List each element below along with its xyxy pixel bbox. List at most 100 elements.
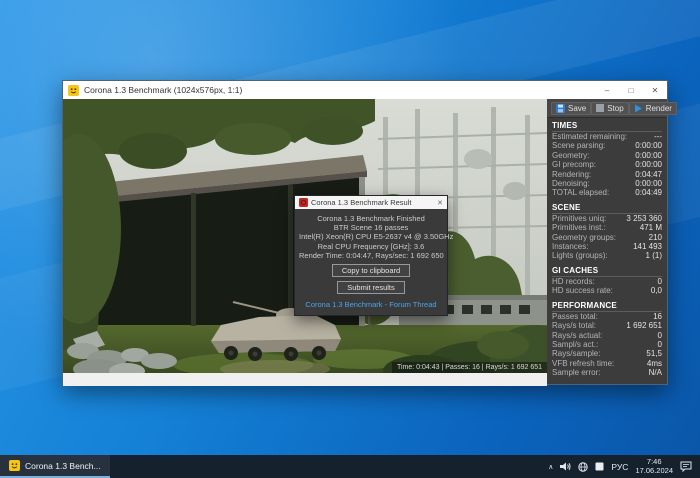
stat-row: TOTAL elapsed: 0:04:49 bbox=[552, 188, 662, 197]
result-line: BTR Scene 16 passes bbox=[333, 223, 409, 233]
stat-row: Lights (groups): 1 (1) bbox=[552, 251, 662, 260]
section-scene: SCENE bbox=[552, 203, 662, 214]
stat-label: Geometry groups: bbox=[552, 232, 617, 242]
desktop: Corona 1.3 Benchmark (1024x576px, 1:1) –… bbox=[0, 0, 700, 478]
taskbar-app-label: Corona 1.3 Bench... bbox=[25, 460, 101, 471]
stat-label: Rendering: bbox=[552, 169, 592, 179]
stat-value: 0:00:00 bbox=[635, 141, 662, 151]
stat-label: HD success rate: bbox=[552, 286, 613, 296]
clock-date: 17.06.2024 bbox=[635, 465, 673, 475]
stat-label: Denoising: bbox=[552, 179, 590, 189]
stat-label: Sampl/s act.: bbox=[552, 339, 599, 349]
stat-row: Rendering: 0:04:47 bbox=[552, 170, 662, 179]
stat-value: 0:04:47 bbox=[635, 169, 662, 179]
result-line: Corona 1.3 Benchmark Finished bbox=[317, 214, 425, 223]
stat-label: TOTAL elapsed: bbox=[552, 188, 610, 198]
taskbar-app-corona[interactable]: Corona 1.3 Bench... bbox=[0, 455, 110, 478]
taskbar: Corona 1.3 Bench... ∧ РУС 7:46 17.06.202… bbox=[0, 455, 700, 478]
stat-row: Instances: 141 493 bbox=[552, 242, 662, 251]
stat-value: 141 493 bbox=[633, 242, 662, 252]
stat-row: Sampl/s act.: 0 bbox=[552, 340, 662, 349]
section-gi-caches: GI CACHES bbox=[552, 266, 662, 277]
stat-value: 0,0 bbox=[650, 286, 662, 296]
stat-value: 0:00:00 bbox=[635, 160, 662, 170]
stat-value: 1 (1) bbox=[645, 251, 662, 261]
render-play-icon bbox=[634, 104, 642, 112]
volume-icon[interactable] bbox=[560, 462, 571, 471]
stat-value: 210 bbox=[648, 232, 662, 242]
stat-row: Geometry: 0:00:00 bbox=[552, 151, 662, 160]
system-tray: ∧ РУС 7:46 17.06.2024 bbox=[548, 455, 700, 478]
panel-toolbar: Save Stop Render bbox=[547, 99, 677, 118]
result-line: Intel(R) Xeon(R) CPU E5-2637 v4 @ 3.50GH… bbox=[299, 232, 454, 242]
stat-value: N/A bbox=[648, 368, 662, 378]
stat-value: 0 bbox=[657, 330, 662, 340]
stat-row: Rays/s total: 1 692 651 bbox=[552, 321, 662, 330]
stat-label: Estimated remaining: bbox=[552, 132, 628, 141]
result-line: Real CPU Frequency [GHz]: 3.6 bbox=[317, 241, 425, 251]
stat-row: HD records: 0 bbox=[552, 277, 662, 286]
stop-label: Stop bbox=[607, 103, 624, 113]
stat-row: Rays/sample: 51,5 bbox=[552, 349, 662, 358]
tray-app-icon[interactable] bbox=[595, 462, 604, 471]
render-button[interactable]: Render bbox=[628, 101, 677, 115]
corona-app-icon bbox=[68, 84, 79, 96]
minimize-button[interactable]: – bbox=[595, 81, 619, 99]
window-controls: – □ ✕ bbox=[595, 81, 667, 99]
submit-results-button[interactable]: Submit results bbox=[337, 281, 405, 295]
stat-value: 16 bbox=[653, 311, 662, 321]
stats-body: TIMES Estimated remaining: --- Scene pars… bbox=[547, 118, 667, 384]
copy-to-clipboard-button[interactable]: Copy to clipboard bbox=[331, 264, 411, 278]
corona-result-icon bbox=[299, 198, 308, 207]
language-indicator[interactable]: РУС bbox=[611, 462, 628, 472]
stat-row: Primitives uniq: 3 253 360 bbox=[552, 214, 662, 223]
stat-row: Scene parsing: 0:00:00 bbox=[552, 141, 662, 150]
stat-label: Geometry: bbox=[552, 150, 590, 160]
result-line: Render Time: 0:04:47, Rays/sec: 1 692 65… bbox=[299, 250, 444, 260]
render-status-overlay: Time: 0:04:43 | Passes: 16 | Rays/s: 1 6… bbox=[391, 362, 547, 373]
stat-row: Geometry groups: 210 bbox=[552, 233, 662, 242]
stat-label: GI precomp: bbox=[552, 160, 597, 170]
stat-label: Instances: bbox=[552, 242, 589, 252]
forum-thread-link[interactable]: Corona 1.3 Benchmark - Forum Thread bbox=[299, 300, 443, 309]
stat-label: Primitives uniq: bbox=[552, 213, 607, 223]
window-title: Corona 1.3 Benchmark (1024x576px, 1:1) bbox=[84, 85, 243, 95]
stat-value: 3 253 360 bbox=[626, 213, 662, 223]
render-label: Render bbox=[645, 103, 672, 113]
benchmark-result-dialog: Corona 1.3 Benchmark Result ✕ Corona 1.3… bbox=[294, 195, 454, 317]
save-icon bbox=[556, 103, 565, 113]
close-button[interactable]: ✕ bbox=[643, 81, 667, 99]
stat-label: VFB refresh time: bbox=[552, 358, 615, 368]
section-performance: PERFORMANCE bbox=[552, 301, 662, 312]
corona-app-icon bbox=[9, 460, 20, 471]
dialog-body: Corona 1.3 Benchmark Finished BTR Scene … bbox=[295, 209, 454, 316]
stat-label: Lights (groups): bbox=[552, 251, 608, 261]
stat-row: VFB refresh time: 4ms bbox=[552, 359, 662, 368]
stat-row: Rays/s actual: 0 bbox=[552, 331, 662, 340]
stop-icon bbox=[596, 104, 605, 112]
window-titlebar[interactable]: Corona 1.3 Benchmark (1024x576px, 1:1) –… bbox=[63, 81, 667, 99]
stat-label: HD records: bbox=[552, 276, 595, 286]
stat-value: 1 692 651 bbox=[626, 321, 662, 331]
stats-panel: Save Stop Render TIMES Estimated remaini… bbox=[547, 99, 677, 384]
clock[interactable]: 7:46 17.06.2024 bbox=[635, 457, 673, 475]
dialog-title: Corona 1.3 Benchmark Result bbox=[311, 198, 412, 207]
stat-label: Rays/sample: bbox=[552, 349, 601, 359]
stat-value: 0:04:49 bbox=[635, 188, 662, 198]
stat-value: 0:00:00 bbox=[635, 150, 662, 160]
network-icon[interactable] bbox=[578, 461, 589, 472]
stat-label: Scene parsing: bbox=[552, 141, 606, 151]
action-center-icon[interactable] bbox=[680, 461, 692, 472]
chevron-up-icon[interactable]: ∧ bbox=[548, 463, 553, 471]
stop-button[interactable]: Stop bbox=[591, 101, 629, 115]
stat-row: Sample error: N/A bbox=[552, 368, 662, 377]
stat-value: 0 bbox=[657, 276, 662, 286]
save-button[interactable]: Save bbox=[551, 101, 592, 115]
stat-label: Passes total: bbox=[552, 311, 598, 321]
dialog-titlebar[interactable]: Corona 1.3 Benchmark Result ✕ bbox=[295, 196, 447, 209]
stat-value: 0:00:00 bbox=[635, 179, 662, 189]
maximize-button[interactable]: □ bbox=[619, 81, 643, 99]
save-label: Save bbox=[568, 103, 587, 113]
stat-row: GI precomp: 0:00:00 bbox=[552, 160, 662, 169]
dialog-close-icon[interactable]: ✕ bbox=[437, 199, 443, 207]
